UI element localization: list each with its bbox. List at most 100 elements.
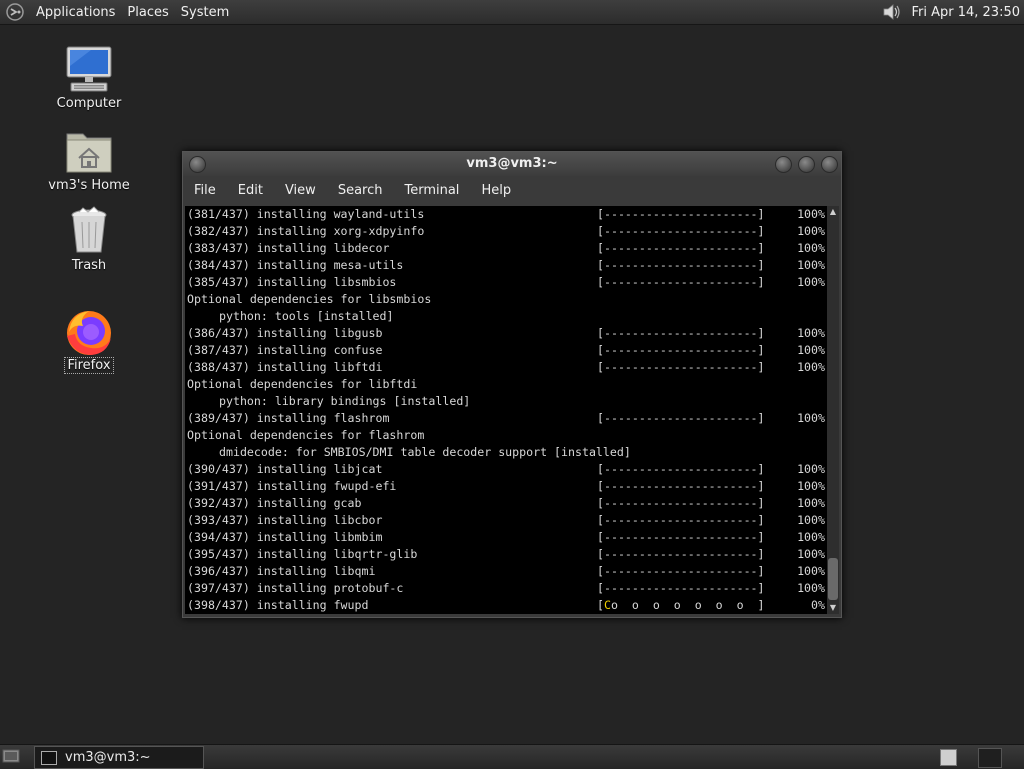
progress-bar-text: [----------------------] (597, 496, 765, 510)
terminal-screen[interactable]: (381/437) installing wayland-utils [-----… (185, 206, 827, 614)
progress-bar-text: [----------------------] (597, 564, 765, 578)
terminal-line: Optional dependencies for libftdi (187, 376, 827, 393)
terminal-line: Optional dependencies for flashrom (187, 427, 827, 444)
terminal-line-text: (389/437) installing flashrom (187, 411, 390, 425)
progress-bar-text: [Co o o o o o o ] (597, 597, 765, 614)
taskbar-button-terminal[interactable]: vm3@vm3:~ (34, 746, 204, 769)
progress-percent: 100% (797, 224, 825, 238)
progress-bar-text: [----------------------] (597, 513, 765, 527)
terminal-line-text: (398/437) installing fwupd (187, 598, 369, 612)
terminal-line-text: (392/437) installing gcab (187, 496, 362, 510)
taskbar-button-label: vm3@vm3:~ (65, 750, 151, 765)
desktop-icon-home[interactable]: vm3's Home (44, 126, 134, 193)
menu-edit[interactable]: Edit (227, 183, 274, 198)
terminal-line-text: (385/437) installing libsmbios (187, 275, 397, 289)
volume-icon[interactable] (881, 2, 903, 22)
terminal-line: (382/437) installing xorg-xdpyinfo [-----… (187, 223, 827, 240)
progress-percent: 0% (811, 598, 825, 612)
progress-percent: 100% (797, 241, 825, 255)
terminal-line-subtext: dmidecode: for SMBIOS/DMI table decoder … (219, 445, 631, 459)
computer-icon (66, 46, 112, 92)
desktop-icon-firefox[interactable]: Firefox (44, 306, 134, 374)
terminal-line-text: (395/437) installing libqrtr-glib (187, 547, 418, 561)
terminal-line: (391/437) installing fwupd-efi [---------… (187, 478, 827, 495)
terminal-line: (393/437) installing libcbor [-----------… (187, 512, 827, 529)
firefox-icon (67, 311, 111, 355)
terminal-line-text: (396/437) installing libqmi (187, 564, 376, 578)
terminal-line-text: (394/437) installing libmbim (187, 530, 383, 544)
terminal-icon (41, 750, 57, 765)
terminal-line: (398/437) installing fwupd [Co o o o o o … (187, 597, 827, 614)
menu-file[interactable]: File (183, 183, 227, 198)
terminal-line-text: (382/437) installing xorg-xdpyinfo (187, 224, 425, 238)
clock[interactable]: Fri Apr 14, 23:50 (911, 5, 1020, 20)
progress-percent: 100% (797, 326, 825, 340)
terminal-line-text: (386/437) installing libgusb (187, 326, 383, 340)
progress-bar-text: [----------------------] (597, 275, 765, 289)
terminal-line-text: (393/437) installing libcbor (187, 513, 383, 527)
progress-bar-text: [----------------------] (597, 581, 765, 595)
terminal-menubar: File Edit View Search Terminal Help (183, 176, 841, 204)
window-title: vm3@vm3:~ (466, 156, 558, 171)
terminal-scrollbar[interactable]: ▲ ▼ (827, 206, 839, 614)
terminal-line-text: (381/437) installing wayland-utils (187, 207, 425, 221)
desktop-icon-trash[interactable]: Trash (44, 206, 134, 273)
progress-percent: 100% (797, 530, 825, 544)
progress-percent: 100% (797, 547, 825, 561)
progress-bar-text: [----------------------] (597, 258, 765, 272)
scrollbar-thumb[interactable] (828, 558, 838, 600)
terminal-line: dmidecode: for SMBIOS/DMI table decoder … (187, 444, 827, 461)
desktop-icon-label: Trash (71, 258, 107, 273)
terminal-line: (397/437) installing protobuf-c [--------… (187, 580, 827, 597)
show-desktop-icon[interactable] (2, 748, 20, 764)
terminal-line: (381/437) installing wayland-utils [-----… (187, 206, 827, 223)
progress-percent: 100% (797, 360, 825, 374)
terminal-line-text: (388/437) installing libftdi (187, 360, 383, 374)
terminal-line-text: Optional dependencies for libsmbios (187, 292, 432, 306)
bottom-panel: vm3@vm3:~ (0, 744, 1024, 769)
progress-bar-text: [----------------------] (597, 224, 765, 238)
menu-help[interactable]: Help (470, 183, 522, 198)
minimize-button[interactable] (775, 156, 792, 173)
desktop-icon-computer[interactable]: Computer (44, 44, 134, 111)
scroll-up-arrow-icon[interactable]: ▲ (827, 206, 839, 218)
terminal-line: (384/437) installing mesa-utils [--------… (187, 257, 827, 274)
progress-bar-text: [----------------------] (597, 411, 765, 425)
terminal-line: (392/437) installing gcab [--------------… (187, 495, 827, 512)
menu-view[interactable]: View (274, 183, 327, 198)
terminal-line: (394/437) installing libmbim [-----------… (187, 529, 827, 546)
system-menu[interactable]: System (175, 5, 235, 20)
close-button[interactable] (821, 156, 838, 173)
terminal-line-text: Optional dependencies for flashrom (187, 428, 425, 442)
workspace-1[interactable] (940, 749, 957, 766)
desktop-icon-label: Firefox (64, 357, 114, 374)
terminal-line: Optional dependencies for libsmbios (187, 291, 827, 308)
terminal-line-text: Optional dependencies for libftdi (187, 377, 418, 391)
terminal-line-text: (390/437) installing libjcat (187, 462, 383, 476)
progress-percent: 100% (797, 479, 825, 493)
terminal-line: (390/437) installing libjcat [-----------… (187, 461, 827, 478)
progress-bar-text: [----------------------] (597, 530, 765, 544)
terminal-line-text: (384/437) installing mesa-utils (187, 258, 404, 272)
progress-percent: 100% (797, 581, 825, 595)
scroll-down-arrow-icon[interactable]: ▼ (827, 602, 839, 614)
applications-menu[interactable]: Applications (30, 5, 121, 20)
window-titlebar[interactable]: vm3@vm3:~ (183, 152, 841, 176)
terminal-line-subtext: python: tools [installed] (219, 309, 394, 323)
menu-terminal[interactable]: Terminal (393, 183, 470, 198)
progress-bar-text: [----------------------] (597, 547, 765, 561)
menu-search[interactable]: Search (327, 183, 394, 198)
terminal-line: (385/437) installing libsmbios [---------… (187, 274, 827, 291)
workspace-2[interactable] (978, 748, 1002, 768)
distro-logo-icon[interactable] (6, 3, 24, 21)
terminal-window[interactable]: vm3@vm3:~ File Edit View Search Terminal… (182, 151, 842, 618)
terminal-line: (388/437) installing libftdi [-----------… (187, 359, 827, 376)
pacman-cursor: C (603, 598, 611, 612)
maximize-button[interactable] (798, 156, 815, 173)
terminal-line-text: (383/437) installing libdecor (187, 241, 390, 255)
top-panel: Applications Places System Fri Apr 14, 2… (0, 0, 1024, 25)
progress-percent: 100% (797, 258, 825, 272)
places-menu[interactable]: Places (121, 5, 174, 20)
terminal-line: (383/437) installing libdecor [----------… (187, 240, 827, 257)
terminal-line: (396/437) installing libqmi [------------… (187, 563, 827, 580)
